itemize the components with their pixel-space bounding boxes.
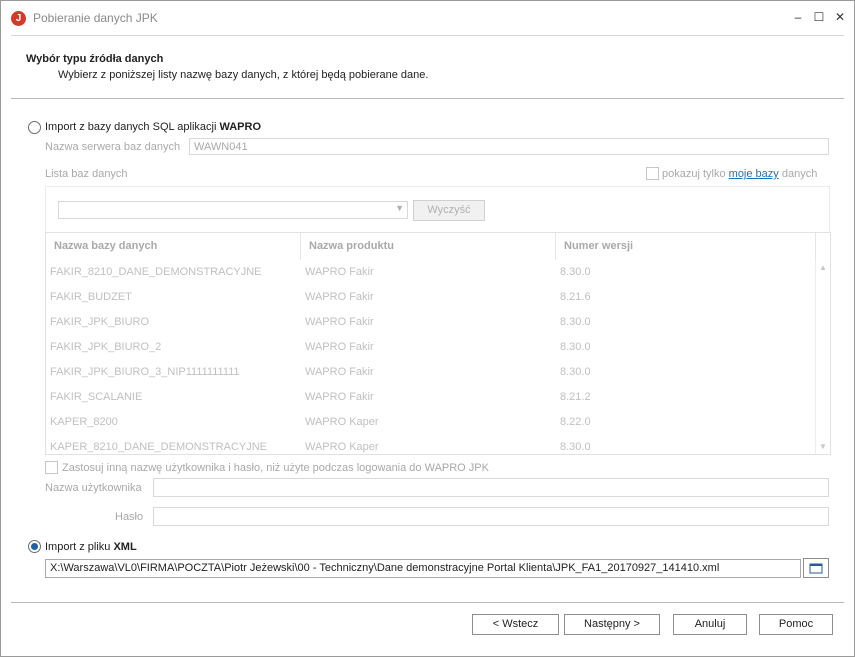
step-header: Wybór typu źródła danych Wybierz z poniż… — [11, 35, 844, 99]
table-row[interactable]: KAPER_8210_DANE_DEMONSTRACYJNE WAPRO Kap… — [46, 435, 816, 454]
cell-product: WAPRO Fakir — [305, 391, 374, 403]
my-databases-link[interactable]: moje bazy — [729, 168, 779, 180]
footer-divider — [11, 602, 844, 603]
username-input[interactable] — [153, 478, 829, 497]
cell-database: KAPER_8200 — [50, 416, 118, 428]
browse-folder-button[interactable] — [803, 558, 829, 578]
xml-import-label-format: XML — [113, 541, 137, 553]
other-user-label: Zastosuj inną nazwę użytkownika i hasło,… — [62, 462, 489, 474]
table-row[interactable]: FAKIR_SCALANIE WAPRO Fakir 8.21.2 — [46, 385, 816, 410]
show-only-prefix: pokazuj tylko — [662, 168, 729, 180]
column-header-database[interactable]: Nazwa bazy danych — [46, 233, 301, 260]
cell-product: WAPRO Fakir — [305, 316, 374, 328]
cell-database: FAKIR_JPK_BIURO — [50, 316, 150, 328]
cell-product: WAPRO Fakir — [305, 291, 374, 303]
cell-version: 8.22.0 — [560, 416, 591, 428]
chevron-down-icon: ▼ — [395, 203, 404, 213]
cell-product: WAPRO Fakir — [305, 366, 374, 378]
cell-database: FAKIR_8210_DANE_DEMONSTRACYJNE — [50, 266, 262, 278]
clear-button[interactable]: Wyczyść — [413, 200, 485, 221]
minimize-button[interactable]: – — [791, 10, 805, 24]
password-input[interactable] — [153, 507, 829, 526]
table-row[interactable]: FAKIR_8210_DANE_DEMONSTRACYJNE WAPRO Fak… — [46, 260, 816, 285]
close-button[interactable]: ✕ — [833, 10, 847, 24]
sql-import-label[interactable]: Import z bazy danych SQL aplikacji WAPRO — [45, 121, 261, 133]
cell-database: FAKIR_BUDZET — [50, 291, 132, 303]
cell-product: WAPRO Fakir — [305, 341, 374, 353]
table-row[interactable]: FAKIR_JPK_BIURO_2 WAPRO Fakir 8.30.0 — [46, 335, 816, 360]
scroll-down-icon[interactable]: ▼ — [819, 442, 827, 451]
server-label: Nazwa serwera baz danych — [45, 141, 181, 153]
sql-import-radio[interactable] — [28, 121, 41, 134]
column-header-product[interactable]: Nazwa produktu — [301, 233, 556, 260]
step-subtitle: Wybierz z poniższej listy nazwę bazy dan… — [58, 69, 429, 81]
cell-version: 8.30.0 — [560, 341, 591, 353]
table-row[interactable]: FAKIR_JPK_BIURO WAPRO Fakir 8.30.0 — [46, 310, 816, 335]
cell-version: 8.21.2 — [560, 391, 591, 403]
cell-database: FAKIR_SCALANIE — [50, 391, 143, 403]
cancel-button[interactable]: Anuluj — [673, 614, 747, 635]
server-input[interactable]: WAWN041 — [189, 138, 829, 155]
step-title: Wybór typu źródła danych — [26, 53, 164, 65]
dialog-window: J Pobieranie danych JPK – ☐ ✕ Wybór typu… — [0, 0, 855, 657]
xml-import-label[interactable]: Import z pliku XML — [45, 541, 137, 553]
database-table: Nazwa bazy danych Nazwa produktu Numer w… — [45, 232, 831, 455]
sql-import-label-text: Import z bazy danych SQL aplikacji — [45, 121, 220, 133]
cell-version: 8.30.0 — [560, 266, 591, 278]
db-list-label: Lista baz danych — [45, 168, 128, 180]
cell-version: 8.30.0 — [560, 316, 591, 328]
xml-import-radio[interactable] — [28, 540, 41, 553]
password-label: Hasło — [115, 511, 144, 523]
table-row[interactable]: FAKIR_BUDZET WAPRO Fakir 8.21.6 — [46, 285, 816, 310]
app-logo-icon: J — [11, 11, 26, 26]
sql-import-label-brand: WAPRO — [219, 121, 262, 133]
help-button[interactable]: Pomoc — [759, 614, 833, 635]
xml-path-input[interactable]: X:\Warszawa\VL0\FIRMA\POCZTA\Piotr Jeżew… — [45, 559, 801, 578]
cell-product: WAPRO Kaper — [305, 416, 379, 428]
cell-product: WAPRO Kaper — [305, 441, 379, 453]
cell-database: FAKIR_JPK_BIURO_3_NIP1111111111 — [50, 366, 240, 378]
back-button[interactable]: < Wstecz — [472, 614, 559, 635]
username-label: Nazwa użytkownika — [45, 482, 142, 494]
folder-icon — [809, 563, 823, 574]
maximize-button[interactable]: ☐ — [812, 10, 826, 24]
database-combo[interactable]: ▼ — [58, 201, 408, 219]
table-row[interactable]: FAKIR_JPK_BIURO_3_NIP1111111111 WAPRO Fa… — [46, 360, 816, 385]
show-only-suffix: danych — [778, 168, 818, 180]
scroll-up-icon[interactable]: ▲ — [819, 263, 827, 272]
cell-database: FAKIR_JPK_BIURO_2 — [50, 341, 162, 353]
cell-version: 8.30.0 — [560, 366, 591, 378]
cell-product: WAPRO Fakir — [305, 266, 374, 278]
table-row[interactable]: KAPER_8200 WAPRO Kaper 8.22.0 — [46, 410, 816, 435]
table-scrollbar[interactable]: ▲ ▼ — [815, 260, 830, 454]
other-user-checkbox[interactable] — [45, 461, 58, 474]
cell-version: 8.30.0 — [560, 441, 591, 453]
show-only-my-db-checkbox[interactable] — [646, 167, 659, 180]
column-header-version[interactable]: Numer wersji — [556, 233, 816, 260]
window-title: Pobieranie danych JPK — [33, 11, 158, 25]
title-bar: J Pobieranie danych JPK – ☐ ✕ — [1, 1, 854, 35]
show-only-my-db-label: pokazuj tylko moje bazy danych — [662, 168, 817, 180]
xml-import-label-text: Import z pliku — [45, 541, 114, 553]
cell-database: KAPER_8210_DANE_DEMONSTRACYJNE — [50, 441, 268, 453]
next-button[interactable]: Następny > — [564, 614, 660, 635]
cell-version: 8.21.6 — [560, 291, 591, 303]
